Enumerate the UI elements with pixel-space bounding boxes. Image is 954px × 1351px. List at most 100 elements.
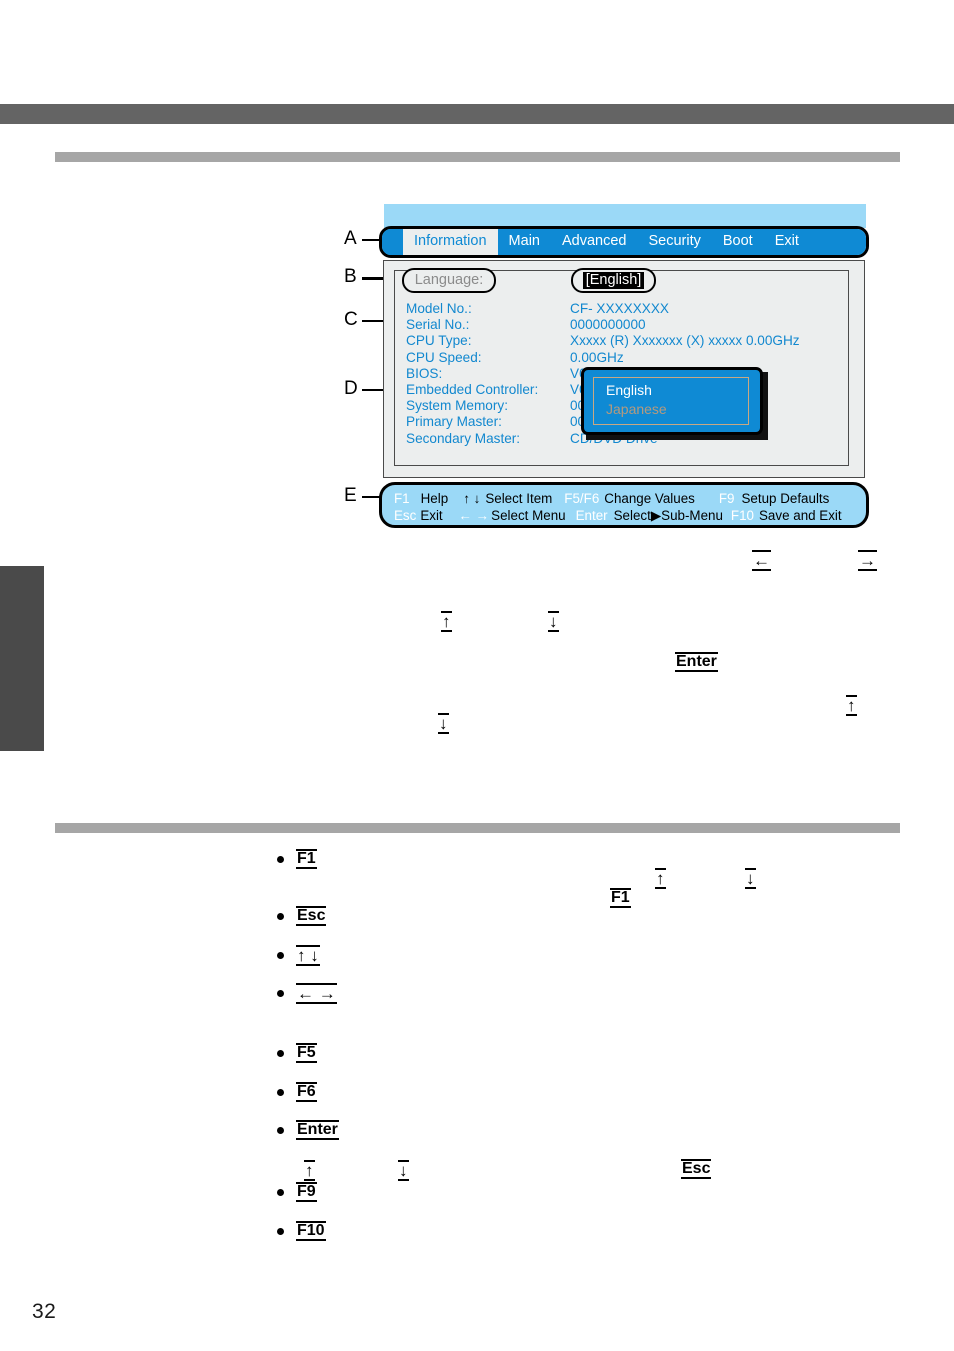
language-value-callout[interactable]: [English] bbox=[571, 268, 656, 293]
tab-boot[interactable]: Boot bbox=[712, 231, 764, 253]
info-label: Model No.: bbox=[406, 301, 472, 316]
key-glyph-up-arrow-2: ↑ bbox=[846, 695, 857, 717]
callout-letter-d: D bbox=[344, 378, 358, 399]
footer-desc: Select Menu bbox=[491, 508, 566, 523]
info-label: BIOS: bbox=[406, 365, 443, 381]
key-glyph-esc: Esc bbox=[296, 906, 327, 927]
info-label: CPU Speed: bbox=[406, 349, 482, 365]
info-label: Serial No.: bbox=[406, 317, 470, 333]
key-glyph-up-arrow: ↑ bbox=[441, 611, 452, 633]
key-list-item-f9: F9 bbox=[277, 1182, 317, 1203]
key-list-item-f5: F5 bbox=[277, 1043, 317, 1064]
bios-top-strip bbox=[384, 204, 866, 228]
footer-desc: Select Item bbox=[485, 491, 553, 506]
info-label: Embedded Controller: bbox=[406, 381, 539, 397]
callout-letter-a: A bbox=[344, 228, 357, 249]
key-glyph-esc-inline: Esc bbox=[681, 1159, 712, 1180]
footer-key: Esc bbox=[394, 508, 417, 523]
language-label: Language: bbox=[414, 272, 484, 289]
info-row: CPU Type: Xxxxx (R) Xxxxxxx (X) xxxxx 0.0… bbox=[406, 333, 846, 349]
key-glyph-down-arrow-2: ↓ bbox=[438, 713, 449, 735]
dropdown-option-english[interactable]: English bbox=[606, 381, 748, 400]
bullet-icon bbox=[277, 1126, 284, 1134]
info-value: CF- XXXXXXXX bbox=[570, 301, 669, 316]
key-glyph-enter: Enter bbox=[675, 652, 718, 673]
bullet-icon bbox=[277, 1227, 284, 1235]
tab-main[interactable]: Main bbox=[498, 231, 551, 253]
language-value: [English] bbox=[582, 272, 645, 289]
key-glyph-up-arrow-inline-2: ↑ bbox=[304, 1160, 315, 1182]
key-glyph-down-arrow: ↓ bbox=[548, 611, 559, 633]
key-glyph-left-arrow: ← bbox=[752, 550, 771, 572]
footer-desc: Save and Exit bbox=[759, 508, 842, 523]
footer-key: Enter bbox=[575, 508, 608, 523]
page-number: 32 bbox=[32, 1300, 57, 1323]
bullet-icon bbox=[277, 1188, 284, 1196]
tab-bar-left-spacer bbox=[382, 229, 403, 255]
bios-tab-list: Information Main Advanced Security Boot … bbox=[382, 229, 866, 255]
language-dropdown[interactable]: English Japanese bbox=[581, 367, 763, 435]
bullet-icon bbox=[277, 855, 284, 863]
bullet-icon bbox=[277, 952, 284, 960]
key-glyph-f1-inline: F1 bbox=[610, 888, 631, 909]
tab-advanced[interactable]: Advanced bbox=[551, 231, 638, 253]
footer-desc: Help bbox=[420, 491, 449, 506]
info-row: CPU Speed: 0.00GHz bbox=[406, 350, 846, 366]
bullet-icon bbox=[277, 1088, 284, 1096]
section-rule-top bbox=[55, 152, 900, 162]
section-rule-middle bbox=[55, 823, 900, 833]
tab-exit[interactable]: Exit bbox=[764, 231, 810, 253]
key-list-item-leftright: ← → bbox=[277, 983, 337, 1005]
key-glyph-f6: F6 bbox=[296, 1082, 317, 1103]
footer-desc: Setup Defaults bbox=[741, 491, 830, 506]
key-list-item-f6: F6 bbox=[277, 1082, 317, 1103]
info-value: 0.00GHz bbox=[570, 349, 624, 365]
key-glyph-f5: F5 bbox=[296, 1043, 317, 1064]
footer-key: ← → bbox=[458, 508, 490, 523]
key-glyph-right-arrow: → bbox=[858, 550, 877, 572]
info-value: 0000000000 bbox=[570, 317, 646, 333]
footer-key: F9 bbox=[718, 491, 735, 506]
info-label: Primary Master: bbox=[406, 414, 502, 430]
footer-desc: Select▶Sub-Menu bbox=[613, 508, 723, 523]
info-label: System Memory: bbox=[406, 398, 508, 414]
key-list-item-f1: F1 bbox=[277, 849, 317, 870]
bios-tab-bar[interactable]: Information Main Advanced Security Boot … bbox=[379, 226, 869, 258]
language-dropdown-list: English Japanese bbox=[593, 377, 749, 425]
language-label-callout: Language: bbox=[402, 268, 496, 293]
bios-setup-screenshot: Information Main Advanced Security Boot … bbox=[379, 204, 869, 532]
key-glyph-enter-list: Enter bbox=[296, 1120, 339, 1141]
footer-key: F10 bbox=[730, 508, 754, 523]
footer-key: F1 bbox=[394, 491, 410, 506]
header-band bbox=[0, 104, 954, 124]
chapter-thumb-tab bbox=[0, 566, 44, 751]
key-list-item-esc: Esc bbox=[277, 906, 327, 927]
key-glyph-up-arrow-inline: ↑ bbox=[655, 868, 666, 890]
footer-key: ↑ ↓ bbox=[463, 491, 481, 506]
info-value: Xxxxx (R) Xxxxxxx (X) xxxxx 0.00GHz bbox=[570, 333, 800, 349]
callout-letter-c: C bbox=[344, 309, 358, 330]
callout-letter-b: B bbox=[344, 266, 357, 287]
key-list-item-f10: F10 bbox=[277, 1221, 326, 1242]
info-row: Serial No.: 0000000000 bbox=[406, 317, 846, 333]
key-list-item-updown: ↑ ↓ bbox=[277, 945, 320, 967]
key-glyph-f10: F10 bbox=[296, 1221, 326, 1242]
footer-row-1: F1 Help ↑ ↓ Select Item F5/F6 Change Values F9… bbox=[382, 490, 866, 507]
callout-letter-e: E bbox=[344, 485, 357, 506]
tab-information[interactable]: Information bbox=[403, 229, 498, 255]
bullet-icon bbox=[277, 912, 284, 920]
key-glyph-left-right: ← → bbox=[296, 983, 337, 1005]
info-label: CPU Type: bbox=[406, 333, 472, 349]
footer-row-2: Esc Exit ← → Select Menu Enter Select▶Sub-Men… bbox=[382, 507, 866, 524]
footer-desc: Exit bbox=[420, 508, 443, 523]
key-glyph-down-arrow-inline: ↓ bbox=[745, 868, 756, 890]
key-glyph-down-arrow-inline-2: ↓ bbox=[398, 1160, 409, 1182]
bullet-icon bbox=[277, 990, 284, 998]
key-glyph-f9: F9 bbox=[296, 1182, 317, 1203]
bullet-icon bbox=[277, 1049, 284, 1057]
key-glyph-up-down: ↑ ↓ bbox=[296, 945, 320, 967]
footer-key: F5/F6 bbox=[564, 491, 600, 506]
tab-security[interactable]: Security bbox=[637, 231, 711, 253]
bios-footer-legend: F1 Help ↑ ↓ Select Item F5/F6 Change Values F9… bbox=[379, 482, 869, 528]
dropdown-option-japanese[interactable]: Japanese bbox=[606, 400, 748, 419]
